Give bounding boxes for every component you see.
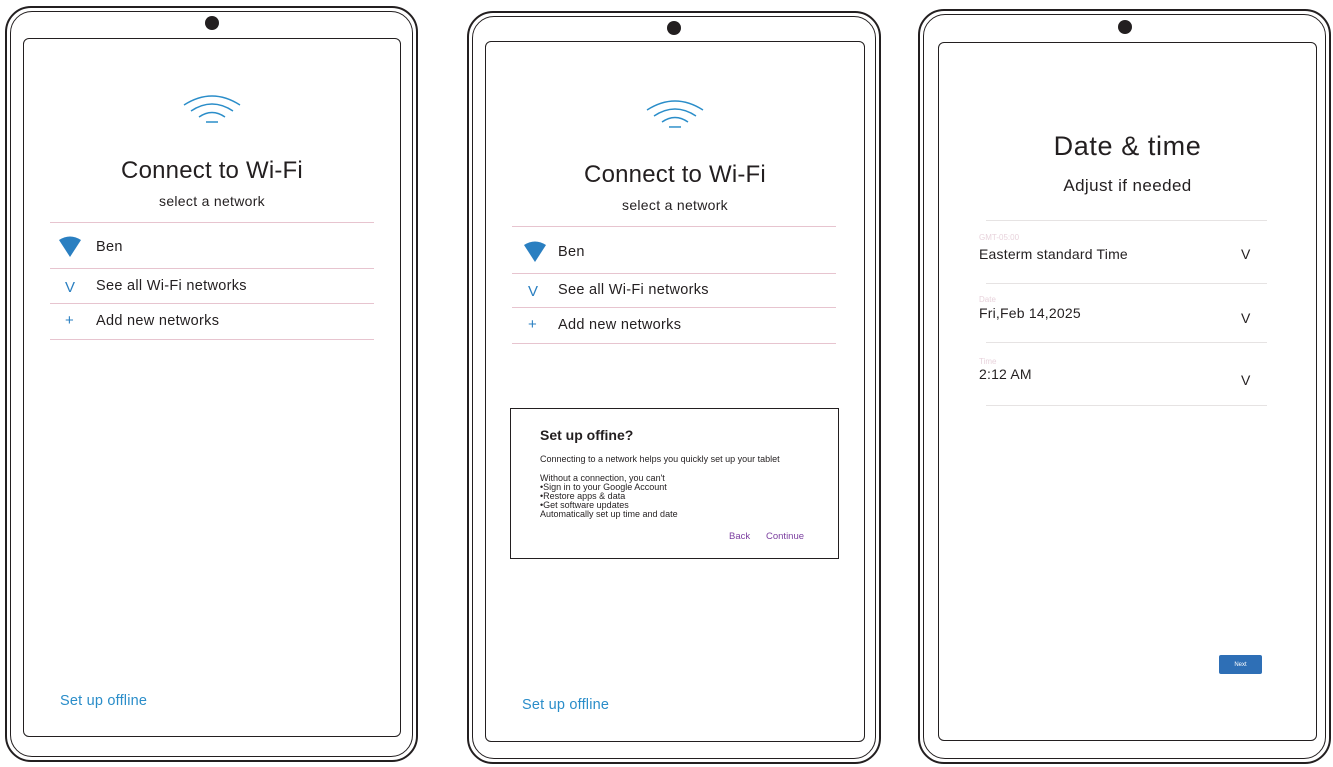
page-subtitle: select a network: [622, 197, 728, 213]
page-subtitle: select a network: [159, 193, 265, 209]
wifi-header-icon: [646, 100, 704, 128]
see-all-label: See all Wi-Fi networks: [558, 282, 709, 298]
divider: [986, 405, 1267, 406]
add-network-label: Add new networks: [558, 317, 682, 333]
chevron-down-icon: V: [65, 279, 76, 296]
see-all-label: See all Wi-Fi networks: [96, 278, 247, 294]
page-title: Date & time: [1053, 131, 1202, 161]
plus-icon: +: [65, 312, 74, 329]
date-dropdown[interactable]: Date Fri,Feb 14,2025 V: [979, 295, 1267, 343]
divider: [986, 220, 1267, 221]
divider: [512, 226, 836, 227]
divider: [512, 307, 836, 308]
network-name: Ben: [96, 239, 123, 255]
dialog-back-button[interactable]: Back: [729, 531, 750, 542]
add-network-button[interactable]: + Add new networks: [50, 307, 374, 339]
date-label: Date: [979, 295, 996, 304]
chevron-down-icon: V: [1241, 310, 1251, 326]
page-title: Connect to Wi-Fi: [121, 157, 303, 184]
see-all-networks-button[interactable]: V See all Wi-Fi networks: [50, 273, 374, 303]
time-dropdown[interactable]: Time 2:12 AM V: [979, 357, 1267, 405]
network-item-ben[interactable]: Ben: [512, 239, 836, 273]
see-all-networks-button[interactable]: V See all Wi-Fi networks: [512, 277, 836, 307]
camera-icon: [667, 21, 681, 35]
divider: [986, 342, 1267, 343]
timezone-value: Easterm standard Time: [979, 246, 1128, 262]
screen-wifi: Connect to Wi-Fi select a network Ben V …: [23, 38, 401, 737]
setup-offline-link[interactable]: Set up offline: [60, 693, 147, 709]
divider: [50, 303, 374, 304]
next-button[interactable]: Next: [1219, 655, 1262, 674]
page-subtitle: Adjust if needed: [1063, 176, 1192, 195]
divider: [50, 339, 374, 340]
screen-date-time: Date & time Adjust if needed GMT-05:00 E…: [938, 42, 1317, 741]
setup-offline-link[interactable]: Set up offline: [522, 697, 609, 713]
dialog-title: Set up offine?: [540, 427, 634, 443]
timezone-dropdown[interactable]: GMT-05:00 Easterm standard Time V: [979, 233, 1267, 281]
divider: [50, 222, 374, 223]
chevron-down-icon: V: [1241, 246, 1251, 262]
timezone-label: GMT-05:00: [979, 233, 1020, 242]
dialog-line: Automatically set up time and date: [540, 509, 678, 519]
offline-dialog: Set up offine? Connecting to a network h…: [510, 408, 839, 559]
divider: [986, 283, 1267, 284]
divider: [50, 268, 374, 269]
time-label: Time: [979, 357, 997, 366]
wifi-signal-icon: [59, 236, 81, 257]
tablet-frame-2: Connect to Wi-Fi select a network Ben V …: [467, 11, 881, 764]
screen-wifi-offline-dialog: Connect to Wi-Fi select a network Ben V …: [485, 41, 865, 742]
chevron-down-icon: V: [1241, 372, 1251, 388]
divider: [512, 343, 836, 344]
wifi-signal-icon: [524, 241, 546, 262]
divider: [512, 273, 836, 274]
camera-icon: [1117, 20, 1132, 34]
camera-icon: [204, 16, 219, 30]
tablet-frame-1: Connect to Wi-Fi select a network Ben V …: [5, 6, 418, 762]
time-value: 2:12 AM: [979, 366, 1032, 382]
dialog-continue-button[interactable]: Continue: [766, 531, 804, 542]
date-value: Fri,Feb 14,2025: [979, 305, 1081, 321]
wifi-header-icon: [183, 95, 241, 123]
network-item-ben[interactable]: Ben: [50, 234, 374, 268]
tablet-frame-3: Date & time Adjust if needed GMT-05:00 E…: [918, 9, 1331, 764]
page-title: Connect to Wi-Fi: [584, 161, 766, 188]
plus-icon: +: [528, 316, 537, 333]
add-network-label: Add new networks: [96, 313, 220, 329]
dialog-intro: Connecting to a network helps you quickl…: [540, 454, 780, 464]
chevron-down-icon: V: [528, 283, 539, 300]
network-name: Ben: [558, 244, 585, 260]
add-network-button[interactable]: + Add new networks: [512, 311, 836, 343]
